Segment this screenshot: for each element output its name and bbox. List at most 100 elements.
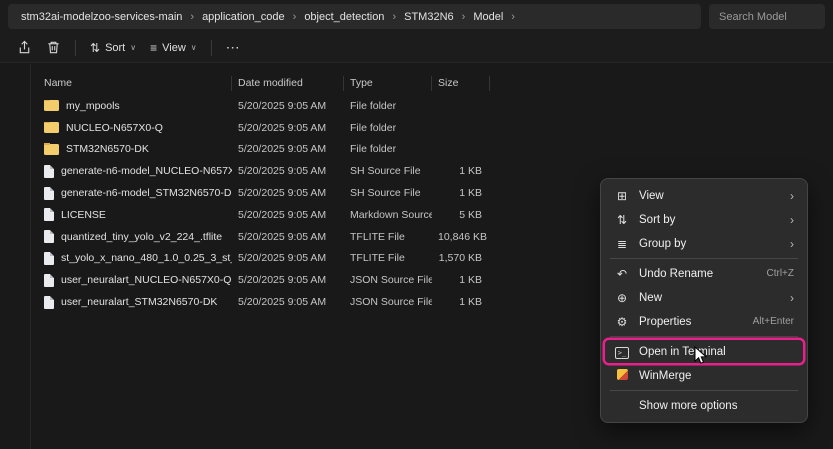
menu-item-show-more-options[interactable]: Show more options	[605, 394, 803, 417]
file-icon	[44, 165, 54, 178]
file-type: SH Source File	[344, 187, 432, 199]
menu-item-label: Properties	[639, 316, 744, 328]
breadcrumb-item-stm32n6[interactable]: STM32N6	[399, 9, 459, 25]
file-date: 5/20/2025 9:05 AM	[232, 231, 344, 243]
toolbar-divider	[211, 40, 212, 56]
toolbar-divider	[75, 40, 76, 56]
share-button[interactable]	[10, 36, 39, 60]
table-row[interactable]: user_neuralart_STM32N6570-DK 5/20/2025 9…	[38, 291, 490, 313]
sort-arrows-icon: ⇅	[614, 214, 630, 226]
file-type: JSON Source File	[344, 296, 432, 308]
search-box	[709, 4, 825, 29]
table-row[interactable]: user_neuralart_NUCLEO-N657X0-Q 5/20/2025…	[38, 269, 490, 291]
command-toolbar: ⇅ Sort ∨ ≡ View ∨ ⋯	[0, 33, 833, 63]
breadcrumb-item-application-code[interactable]: application_code	[197, 9, 290, 25]
delete-button[interactable]	[39, 36, 68, 60]
menu-separator	[610, 390, 798, 391]
trash-icon	[46, 40, 61, 55]
menu-item-open-in-terminal[interactable]: >_ Open in Terminal	[605, 340, 803, 363]
chevron-right-icon: ›	[508, 11, 518, 23]
file-icon	[44, 208, 54, 221]
file-type: File folder	[344, 122, 432, 134]
submenu-chevron-icon: ›	[790, 291, 794, 305]
view-lines-icon: ≡	[150, 42, 157, 54]
file-icon	[44, 187, 54, 200]
properties-gear-icon: ⚙	[614, 316, 630, 328]
menu-separator	[610, 336, 798, 337]
table-row[interactable]: generate-n6-model_STM32N6570-DK 5/20/202…	[38, 182, 490, 204]
column-header-date[interactable]: Date modified	[232, 76, 344, 91]
table-row[interactable]: generate-n6-model_NUCLEO-N657X0-Q 5/20/2…	[38, 160, 490, 182]
file-type: JSON Source File	[344, 274, 432, 286]
file-size: 1 KB	[432, 187, 490, 199]
menu-item-undo-rename[interactable]: ↶ Undo Rename Ctrl+Z	[605, 262, 803, 285]
breadcrumb-item-root[interactable]: stm32ai-modelzoo-services-main	[16, 9, 187, 25]
file-icon	[44, 252, 54, 265]
table-row[interactable]: st_yolo_x_nano_480_1.0_0.25_3_st_int8.tf…	[38, 248, 490, 270]
table-row[interactable]: NUCLEO-N657X0-Q 5/20/2025 9:05 AM File f…	[38, 117, 490, 139]
table-row[interactable]: LICENSE 5/20/2025 9:05 AM Markdown Sourc…	[38, 204, 490, 226]
view-grid-icon: ⊞	[614, 190, 630, 202]
folder-icon	[44, 122, 59, 133]
file-size: 10,846 KB	[432, 231, 490, 243]
column-header-name[interactable]: Name	[38, 76, 232, 91]
file-name: user_neuralart_NUCLEO-N657X0-Q	[61, 274, 231, 286]
group-list-icon: ≣	[614, 238, 630, 250]
menu-item-label: Undo Rename	[639, 268, 758, 280]
chevron-right-icon: ›	[459, 11, 469, 23]
file-name: quantized_tiny_yolo_v2_224_.tflite	[61, 231, 222, 243]
menu-item-label: Show more options	[639, 400, 794, 412]
more-options-button[interactable]: ⋯	[219, 36, 248, 60]
file-name: my_mpools	[66, 100, 120, 112]
sort-arrows-icon: ⇅	[90, 42, 100, 54]
menu-item-group-by[interactable]: ≣ Group by ›	[605, 232, 803, 255]
file-type: SH Source File	[344, 165, 432, 177]
menu-item-label: New	[639, 292, 781, 304]
file-size: 1 KB	[432, 274, 490, 286]
file-date: 5/20/2025 9:05 AM	[232, 165, 344, 177]
file-type: File folder	[344, 143, 432, 155]
menu-item-view[interactable]: ⊞ View ›	[605, 184, 803, 207]
table-row[interactable]: STM32N6570-DK 5/20/2025 9:05 AM File fol…	[38, 139, 490, 161]
table-row[interactable]: my_mpools 5/20/2025 9:05 AM File folder	[38, 95, 490, 117]
view-button[interactable]: ≡ View ∨	[143, 36, 204, 60]
breadcrumb[interactable]: stm32ai-modelzoo-services-main › applica…	[8, 4, 701, 29]
file-name: NUCLEO-N657X0-Q	[66, 122, 163, 134]
submenu-chevron-icon: ›	[790, 237, 794, 251]
sort-button[interactable]: ⇅ Sort ∨	[83, 36, 143, 60]
menu-item-winmerge[interactable]: WinMerge	[605, 364, 803, 387]
breadcrumb-item-model[interactable]: Model	[468, 9, 508, 25]
file-size: 1 KB	[432, 296, 490, 308]
winmerge-icon	[614, 369, 630, 382]
file-icon	[44, 274, 54, 287]
menu-item-label: View	[639, 190, 781, 202]
breadcrumb-item-object-detection[interactable]: object_detection	[299, 9, 389, 25]
menu-item-properties[interactable]: ⚙ Properties Alt+Enter	[605, 310, 803, 333]
table-row[interactable]: quantized_tiny_yolo_v2_224_.tflite 5/20/…	[38, 226, 490, 248]
terminal-icon: >_	[614, 345, 630, 359]
column-header-size[interactable]: Size	[432, 76, 490, 91]
column-header-type[interactable]: Type	[344, 76, 432, 91]
file-name: STM32N6570-DK	[66, 143, 149, 155]
file-date: 5/20/2025 9:05 AM	[232, 122, 344, 134]
chevron-right-icon: ›	[389, 11, 399, 23]
nav-pane-divider	[30, 64, 31, 449]
file-name: generate-n6-model_NUCLEO-N657X0-Q	[61, 165, 232, 177]
file-type: File folder	[344, 100, 432, 112]
file-size: 1,570 KB	[432, 252, 490, 264]
plus-circle-icon: ⊕	[614, 292, 630, 304]
file-name: LICENSE	[61, 209, 106, 221]
folder-icon	[44, 100, 59, 111]
file-name: generate-n6-model_STM32N6570-DK	[61, 187, 232, 199]
sort-button-label: Sort	[105, 42, 125, 54]
chevron-down-icon: ∨	[130, 44, 136, 52]
chevron-right-icon: ›	[290, 11, 300, 23]
share-icon	[17, 40, 32, 55]
ellipsis-icon: ⋯	[226, 39, 241, 56]
file-list: my_mpools 5/20/2025 9:05 AM File folder …	[38, 95, 490, 313]
file-icon	[44, 230, 54, 243]
menu-item-sort-by[interactable]: ⇅ Sort by ›	[605, 208, 803, 231]
menu-item-new[interactable]: ⊕ New ›	[605, 286, 803, 309]
context-menu: ⊞ View › ⇅ Sort by › ≣ Group by › ↶ Undo…	[600, 178, 808, 423]
search-input[interactable]	[717, 10, 817, 24]
